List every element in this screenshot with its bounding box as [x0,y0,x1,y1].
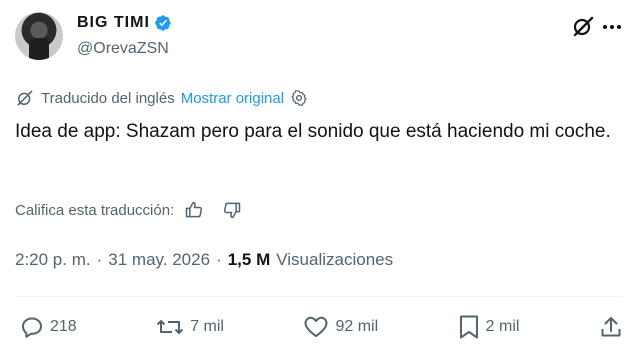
divider [15,296,622,297]
like-count: 92 mil [335,318,379,335]
tweet-date[interactable]: 31 may. 2026 [108,250,210,270]
thumbs-up-icon[interactable] [184,200,204,220]
thumbs-down-icon[interactable] [222,200,242,220]
verified-badge-icon [155,15,171,31]
meta-separator: · [96,250,103,269]
bookmark-count: 2 mil [485,318,520,335]
translated-from-label: Traducido del inglés [41,89,175,107]
reply-icon [22,317,42,338]
author-handle[interactable]: @OrevaZSN [77,40,169,58]
translation-notice: Traducido del inglés Mostrar original [15,88,308,108]
share-icon [601,317,621,337]
bookmark-icon [459,315,478,339]
avatar[interactable] [15,12,63,60]
show-original-link[interactable]: Mostrar original [181,90,284,107]
grok-icon[interactable] [571,14,595,38]
repost-count: 7 mil [190,318,224,335]
like-button[interactable]: 92 mil [303,315,378,339]
settings-gear-icon[interactable] [290,89,308,107]
author-name[interactable]: BIG TIMI [77,14,150,32]
translate-icon [17,90,33,106]
tweet-text: Idea de app: Shazam pero para el sonido … [15,121,611,142]
author-name-row: BIG TIMI [77,14,172,32]
share-button[interactable] [599,315,623,339]
repost-icon [156,320,184,334]
repost-button[interactable]: 7 mil [156,315,224,339]
views-count: 1,5 M [227,250,271,269]
action-bar: 218 7 mil 92 mil 2 mil [20,314,623,340]
views-label: Visualizaciones [276,250,394,269]
meta-separator: · [216,250,222,269]
reply-button[interactable]: 218 [20,315,77,339]
reply-count: 218 [50,318,77,335]
rate-translation-label: Califica esta traducción: [15,201,175,219]
tweet-meta: 2:20 p. m. · 31 may. 2026 · 1,5 M Visual… [15,250,393,270]
bookmark-button[interactable]: 2 mil [458,314,520,340]
translation-rating: Califica esta traducción: [15,200,242,220]
more-options-icon[interactable] [602,24,622,30]
heart-icon [304,316,328,337]
tweet-time[interactable]: 2:20 p. m. [15,250,91,270]
